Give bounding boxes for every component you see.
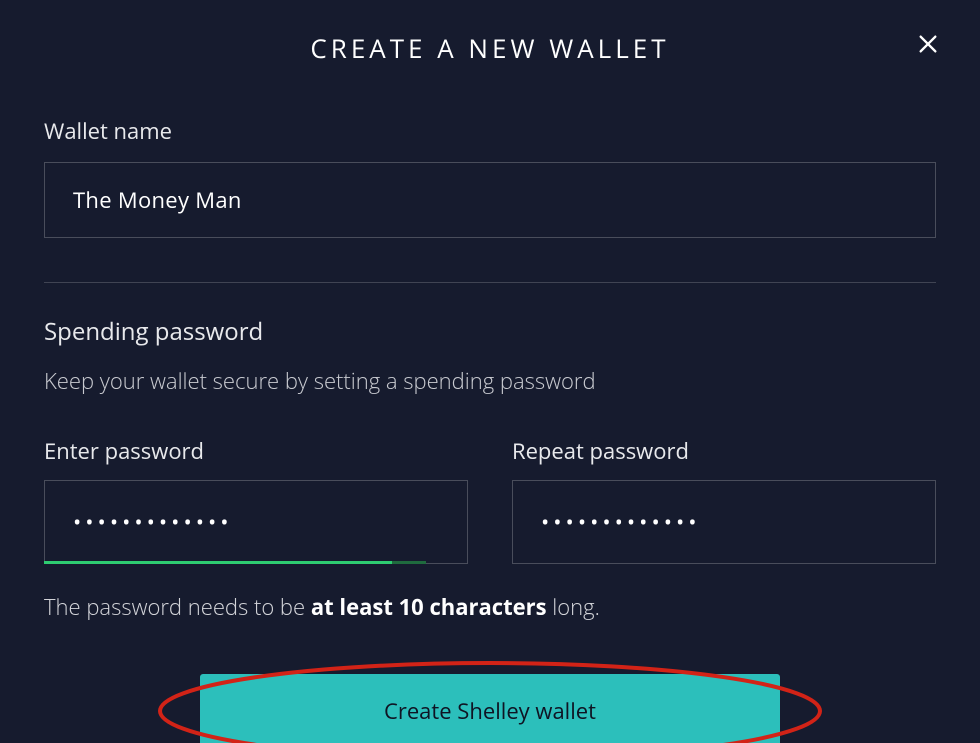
create-button-wrap: Create Shelley wallet [44,674,936,743]
dialog-title: CREATE A NEW WALLET [44,30,936,66]
repeat-password-wrap [512,480,936,564]
repeat-password-label: Repeat password [512,436,936,466]
enter-password-label: Enter password [44,436,468,466]
enter-password-wrap [44,480,468,564]
enter-password-input[interactable] [44,480,468,564]
password-strength-tail [392,561,426,564]
password-hint-bold: at least 10 characters [311,592,547,622]
password-row: Enter password Repeat password [44,436,936,564]
close-icon [917,33,939,55]
spending-password-section: Spending password Keep your wallet secur… [44,315,936,622]
password-hint-pre: The password needs to be [44,592,311,622]
create-wallet-dialog: CREATE A NEW WALLET Wallet name Spending… [0,0,980,743]
password-hint-post: long. [547,592,600,622]
wallet-name-label: Wallet name [44,116,936,146]
password-strength-fill [44,561,392,564]
enter-password-col: Enter password [44,436,468,564]
wallet-name-input[interactable] [44,162,936,238]
repeat-password-input[interactable] [512,480,936,564]
password-strength-bar [44,561,468,564]
spending-password-desc: Keep your wallet secure by setting a spe… [44,366,936,396]
repeat-password-col: Repeat password [512,436,936,564]
divider [44,282,936,283]
close-button[interactable] [914,30,942,58]
create-shelley-wallet-button[interactable]: Create Shelley wallet [200,674,780,743]
dialog-header: CREATE A NEW WALLET [44,30,936,66]
wallet-name-section: Wallet name [44,116,936,238]
password-hint: The password needs to be at least 10 cha… [44,592,936,622]
spending-password-title: Spending password [44,315,936,348]
